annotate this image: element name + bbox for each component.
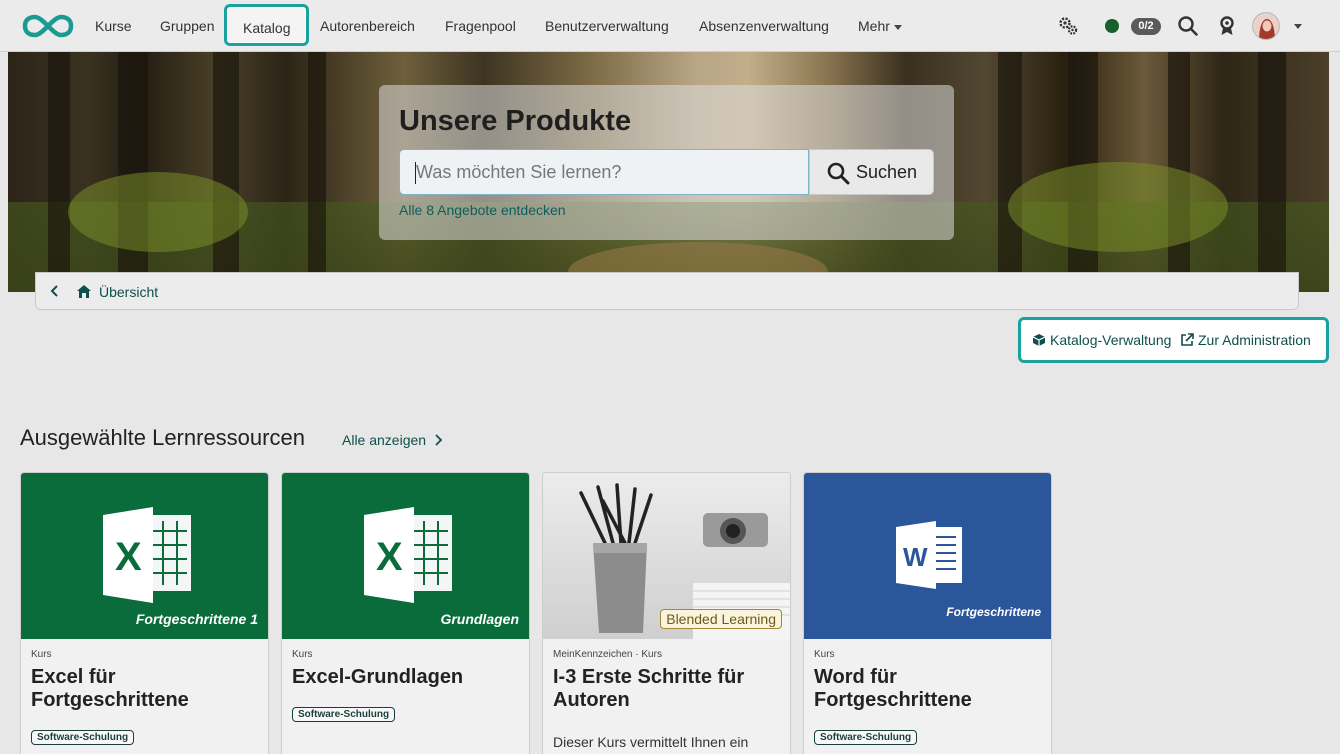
cube-icon	[1032, 334, 1046, 346]
course-thumbnail: X Fortgeschrittene 1	[21, 473, 268, 639]
course-type: MeinKennzeichen · Kurs	[553, 649, 662, 660]
course-title[interactable]: Word für Fortgeschrittene	[814, 666, 1044, 712]
course-tag: Software-Schulung	[292, 707, 396, 722]
catalog-tools: Katalog-Verwaltung Zur Administration	[1018, 317, 1329, 363]
show-all-label: Alle anzeigen	[342, 432, 427, 448]
online-status-dot[interactable]	[1105, 19, 1119, 33]
nav-item-fragenpool[interactable]: Fragenpool	[445, 16, 516, 36]
tree-trunk	[308, 52, 326, 292]
tree-trunk	[998, 52, 1022, 292]
to-administration-link[interactable]: Zur Administration	[1180, 332, 1311, 348]
show-all-link[interactable]: Alle anzeigen	[342, 432, 443, 448]
breadcrumb-overview[interactable]: Übersicht	[99, 284, 158, 300]
course-card[interactable]: X Grundlagen Kurs Excel-Grundlagen Softw…	[281, 472, 530, 754]
top-navigation: Kurse Gruppen Katalog Autorenbereich Fra…	[0, 0, 1340, 52]
nav-item-autorenbereich[interactable]: Autorenbereich	[320, 16, 415, 36]
course-card[interactable]: X Fortgeschrittene 1 Kurs Excel für Fort…	[20, 472, 269, 754]
nav-item-mehr-label: Mehr	[858, 18, 890, 34]
course-title[interactable]: Excel für Fortgeschrittene	[31, 666, 261, 712]
course-tag: Software-Schulung	[31, 730, 135, 745]
catalog-admin-link[interactable]: Katalog-Verwaltung	[1032, 332, 1171, 348]
course-card[interactable]: W Fortgeschrittene Kurs Word für Fortges…	[803, 472, 1052, 754]
hero-banner: Unsere Produkte Was möchten Sie lernen? …	[8, 52, 1329, 292]
tools-icon[interactable]	[1057, 15, 1079, 37]
page-title: Unsere Produkte	[399, 105, 632, 137]
chevron-left-icon[interactable]	[48, 283, 62, 299]
course-type: Kurs	[814, 649, 835, 660]
course-thumbnail: X Grundlagen	[282, 473, 529, 639]
app-letter: W	[903, 542, 928, 572]
course-type: Kurs	[31, 649, 52, 660]
thumbnail-caption: Fortgeschrittene	[946, 605, 1041, 619]
course-tag: Software-Schulung	[814, 730, 918, 745]
nav-item-absenzenverwaltung[interactable]: Absenzenverwaltung	[699, 16, 829, 36]
search-icon	[827, 162, 850, 185]
search-button[interactable]: Suchen	[809, 149, 934, 195]
tree-trunk	[48, 52, 70, 292]
nav-item-katalog[interactable]: Katalog	[224, 4, 310, 46]
course-thumbnail: Blended Learning	[543, 473, 790, 639]
catalog-search-panel: Unsere Produkte Was möchten Sie lernen? …	[379, 85, 954, 240]
course-thumbnail: W Fortgeschrittene	[804, 473, 1051, 639]
home-icon[interactable]	[76, 283, 92, 299]
avatar-image	[1253, 13, 1279, 39]
nav-item-benutzerverwaltung[interactable]: Benutzerverwaltung	[545, 16, 669, 36]
discover-all-link[interactable]: Alle 8 Angebote entdecken	[399, 202, 566, 218]
foliage	[68, 172, 248, 252]
chevron-down-icon[interactable]	[1294, 24, 1302, 29]
catalog-admin-label: Katalog-Verwaltung	[1050, 332, 1172, 348]
notification-badge[interactable]: 0/2	[1131, 18, 1161, 35]
course-description: Dieser Kurs vermittelt Ihnen ein	[553, 734, 749, 750]
award-icon[interactable]	[1216, 15, 1238, 37]
caret-down-icon	[893, 24, 902, 30]
section-title: Ausgewählte Lernressourcen	[20, 425, 305, 450]
search-icon[interactable]	[1177, 15, 1199, 37]
course-card[interactable]: Blended Learning MeinKennzeichen · Kurs …	[542, 472, 791, 754]
nav-item-kurse[interactable]: Kurse	[95, 16, 132, 36]
thumbnail-caption: Fortgeschrittene 1	[135, 611, 258, 627]
tree-trunk	[213, 52, 239, 292]
external-link-icon	[1181, 333, 1194, 346]
breadcrumb: Übersicht	[35, 272, 1299, 310]
course-title[interactable]: I-3 Erste Schritte für Autoren	[553, 666, 783, 712]
thumbnail-caption: Grundlagen	[440, 611, 519, 627]
to-administration-label: Zur Administration	[1198, 332, 1311, 348]
avatar[interactable]	[1252, 12, 1280, 40]
logo-icon[interactable]	[22, 13, 74, 39]
blended-learning-badge: Blended Learning	[660, 609, 782, 629]
chevron-right-icon	[435, 434, 443, 446]
course-type: Kurs	[292, 649, 313, 660]
course-title[interactable]: Excel-Grundlagen	[292, 666, 522, 689]
tree-trunk	[1258, 52, 1286, 292]
nav-item-gruppen[interactable]: Gruppen	[160, 16, 214, 36]
nav-item-mehr[interactable]: Mehr	[858, 16, 902, 36]
app-letter: X	[115, 535, 142, 579]
foliage	[1008, 162, 1228, 252]
search-input[interactable]: Was möchten Sie lernen?	[399, 149, 809, 195]
search-button-label: Suchen	[856, 162, 918, 182]
app-letter: X	[376, 535, 403, 579]
